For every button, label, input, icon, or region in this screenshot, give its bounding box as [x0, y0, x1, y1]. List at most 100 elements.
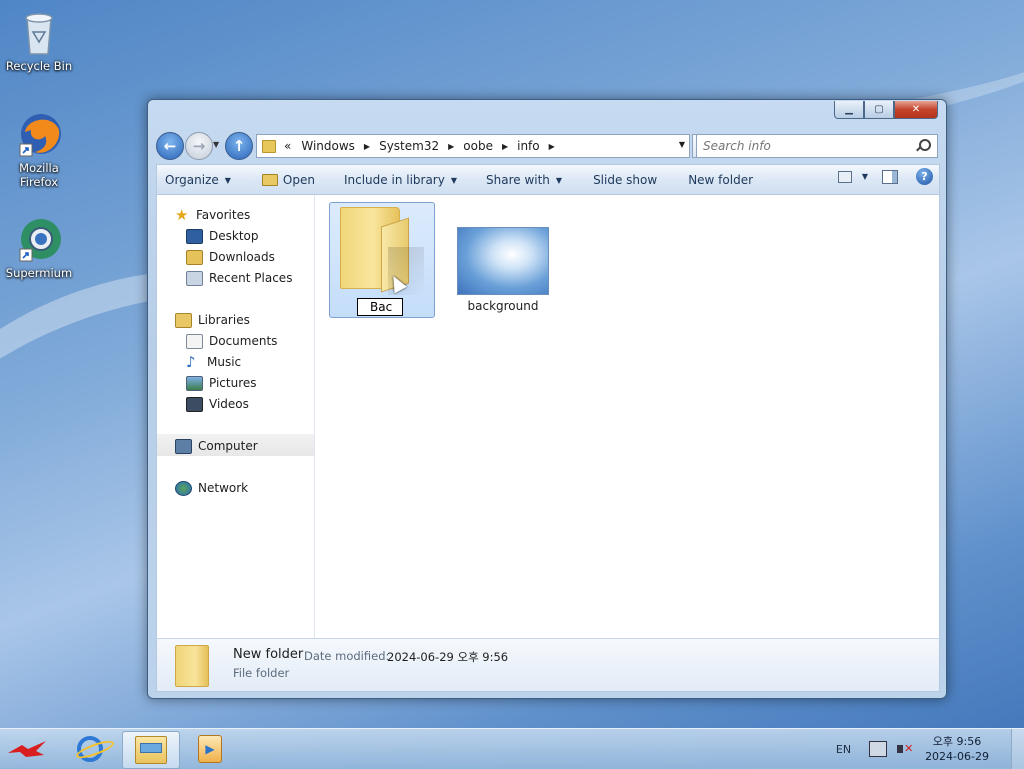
recent-pages-dropdown[interactable]: ▼: [213, 140, 219, 149]
taskbar: ▶ EN 오후 9:56 2024-06-29: [0, 728, 1024, 769]
open-button[interactable]: Open: [240, 168, 324, 192]
desktop-icon-firefox[interactable]: Mozilla Firefox: [1, 110, 77, 189]
address-bar[interactable]: « Windows ▶ System32 ▶ oobe ▶ info ▶ ▼: [256, 134, 690, 158]
nav-computer[interactable]: Computer: [175, 436, 258, 456]
nav-label: Favorites: [196, 208, 251, 222]
chevron-right-icon[interactable]: ▶: [549, 142, 555, 151]
forward-button[interactable]: →: [185, 132, 213, 160]
new-folder-button[interactable]: New folder: [666, 168, 762, 192]
taskbar-windows-explorer[interactable]: [122, 731, 180, 769]
details-date-value: 2024-06-29 오후 9:56: [387, 650, 509, 664]
details-date-label: Date modified:: [304, 649, 390, 663]
search-box: [696, 134, 938, 158]
folder-item-new[interactable]: [329, 202, 435, 318]
nav-label: Computer: [198, 439, 258, 453]
breadcrumb-overflow[interactable]: «: [284, 139, 291, 153]
breadcrumb-item[interactable]: oobe: [463, 139, 493, 153]
network-status-icon[interactable]: [869, 741, 888, 757]
chevron-right-icon[interactable]: ▶: [502, 142, 508, 151]
folder-icon: [175, 645, 209, 687]
taskbar-media-player[interactable]: ▶: [182, 731, 238, 767]
nav-favorites[interactable]: ★ Favorites: [175, 205, 250, 225]
media-player-icon: ▶: [198, 735, 222, 763]
nav-documents[interactable]: Documents: [186, 331, 277, 351]
nav-recent-places[interactable]: Recent Places: [186, 268, 292, 288]
close-button[interactable]: ✕: [894, 101, 938, 119]
explorer-body: ★ Favorites Desktop Downloads Recent Pla…: [156, 194, 940, 640]
start-button[interactable]: [6, 739, 50, 759]
clock[interactable]: 오후 9:56 2024-06-29: [925, 734, 989, 764]
preview-pane-icon[interactable]: [882, 169, 898, 184]
desktop-icon: [186, 228, 203, 244]
supermium-icon: [17, 215, 61, 263]
organize-button[interactable]: Organize ▼: [157, 168, 240, 192]
recycle-bin-icon: [17, 8, 61, 56]
recent-places-icon: [186, 270, 203, 286]
rename-input[interactable]: [357, 298, 403, 316]
nav-label: Recent Places: [209, 271, 293, 285]
desktop-icon-supermium[interactable]: Supermium: [1, 215, 77, 280]
explorer-window: ▁ ▢ ✕ ← → ▼ ↑ « Windows ▶ System32 ▶ oob…: [147, 99, 947, 699]
address-history-dropdown[interactable]: ▼: [679, 140, 685, 149]
breadcrumb-item[interactable]: info: [517, 139, 540, 153]
nav-label: Desktop: [209, 229, 259, 243]
include-in-library-label: Include in library: [343, 173, 445, 187]
file-list: background: [315, 195, 939, 639]
search-icon[interactable]: [919, 139, 931, 151]
start-logo-icon: [8, 741, 46, 757]
maximize-button[interactable]: ▢: [864, 101, 894, 119]
details-name: New folder: [233, 647, 304, 662]
details-pane: New folder Date modified: 2024-06-29 오후 …: [156, 638, 940, 692]
view-options-dropdown[interactable]: ▼: [862, 172, 868, 181]
image-item-background[interactable]: background: [456, 227, 550, 313]
language-indicator[interactable]: EN: [836, 743, 851, 756]
videos-icon: [186, 396, 203, 412]
item-label: background: [467, 299, 539, 313]
chevron-right-icon[interactable]: ▶: [448, 142, 454, 151]
nav-videos[interactable]: Videos: [186, 394, 249, 414]
arrow-left-icon: ←: [163, 137, 177, 155]
nav-network[interactable]: Network: [175, 478, 248, 498]
documents-icon: [186, 333, 203, 349]
chevron-right-icon[interactable]: ▶: [364, 142, 370, 151]
desktop-icon-recycle-bin[interactable]: Recycle Bin: [1, 8, 77, 73]
nav-downloads[interactable]: Downloads: [186, 247, 275, 267]
toolbar-right: ▼ ?: [837, 168, 933, 185]
caret-down-icon: ▼: [555, 175, 563, 185]
up-button[interactable]: ↑: [225, 132, 253, 160]
nav-label: Pictures: [209, 376, 257, 390]
image-thumbnail: [457, 227, 549, 295]
volume-muted-icon[interactable]: [897, 742, 913, 756]
internet-explorer-icon: [77, 736, 103, 762]
search-input[interactable]: [697, 138, 905, 154]
open-label: Open: [282, 173, 315, 187]
share-with-button[interactable]: Share with ▼: [466, 168, 571, 192]
share-with-label: Share with: [486, 173, 550, 187]
minimize-button[interactable]: ▁: [834, 101, 864, 119]
details-type: File folder: [233, 666, 290, 680]
slide-show-button[interactable]: Slide show: [571, 168, 666, 192]
desktop-icon-label: Recycle Bin: [5, 59, 73, 73]
nav-music[interactable]: ♪ Music: [186, 352, 241, 372]
breadcrumb-item[interactable]: Windows: [301, 139, 355, 153]
back-button[interactable]: ←: [156, 132, 184, 160]
navigation-pane: ★ Favorites Desktop Downloads Recent Pla…: [157, 195, 315, 639]
nav-libraries[interactable]: Libraries: [175, 310, 250, 330]
nav-label: Libraries: [198, 313, 250, 327]
firefox-icon: [17, 110, 61, 158]
clock-date: 2024-06-29: [925, 750, 989, 763]
taskbar-internet-explorer[interactable]: [62, 731, 118, 767]
breadcrumb-item[interactable]: System32: [379, 139, 439, 153]
command-bar: Organize ▼ Open Include in library ▼ Sha…: [156, 164, 940, 195]
nav-pictures[interactable]: Pictures: [186, 373, 257, 393]
nav-label: Videos: [209, 397, 249, 411]
nav-desktop[interactable]: Desktop: [186, 226, 259, 246]
windows-explorer-icon: [135, 736, 167, 764]
music-note-icon: ♪: [186, 352, 196, 371]
change-view-icon[interactable]: [837, 170, 852, 183]
nav-label: Network: [198, 481, 249, 495]
include-in-library-button[interactable]: Include in library ▼: [324, 168, 466, 192]
show-desktop-button[interactable]: [1011, 729, 1024, 769]
window-controls: ▁ ▢ ✕: [834, 101, 938, 119]
help-icon[interactable]: ?: [916, 168, 933, 185]
